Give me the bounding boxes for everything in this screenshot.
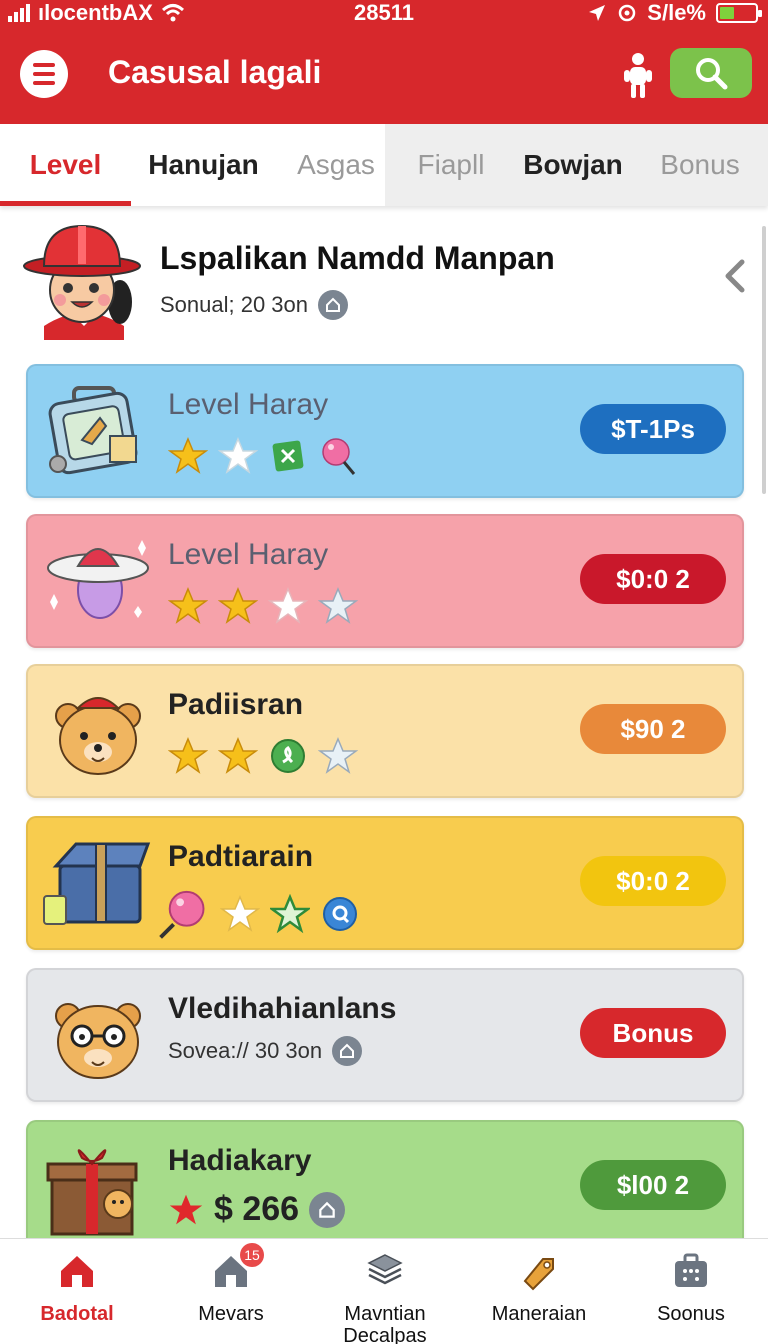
- level-card-1[interactable]: Level Haray $T-1Ps: [26, 364, 744, 498]
- bear-character-icon: [55, 697, 141, 775]
- bonus-card[interactable]: Vledihahianlans Sovea:// 30 3on Bonus: [26, 968, 744, 1102]
- amount-value: $ 266: [214, 1190, 300, 1228]
- star-red-icon: [169, 1194, 203, 1224]
- card-title: Level Haray: [168, 388, 329, 421]
- price-button[interactable]: $l00 2: [580, 1160, 726, 1210]
- nav-label: Badotal: [40, 1303, 114, 1325]
- battery-icon: [716, 3, 762, 23]
- green-coin-icon: [271, 739, 305, 773]
- price-button[interactable]: $T-1Ps: [580, 404, 726, 454]
- nav-item-mavntian[interactable]: Mavntian Decalpas: [308, 1239, 462, 1344]
- pink-balloon-icon: [159, 890, 205, 939]
- battery-text: S/le%: [647, 0, 706, 25]
- star-white-icon: [268, 587, 308, 624]
- profile-subtitle: Sonual; 20 3on: [160, 290, 349, 320]
- card-subtitle-text: Sovea:// 30 3on: [168, 1038, 323, 1063]
- avatar: [23, 224, 141, 340]
- card-title: Padtiarain: [168, 840, 314, 873]
- bear-glasses-icon: [55, 1003, 141, 1079]
- star-white-icon: [218, 437, 258, 474]
- price-button[interactable]: $0:0 2: [580, 856, 726, 906]
- treasure-box-icon: [43, 842, 151, 925]
- tab-level[interactable]: Level: [0, 124, 131, 206]
- bottom-navigation: Badotal 15 Mevars Mavntian Decalpas Mane…: [0, 1238, 768, 1344]
- status-right: S/le%: [587, 0, 762, 26]
- star-gold-icon: [168, 437, 208, 474]
- star-white-icon: [220, 895, 260, 932]
- briefcase-icon: [675, 1253, 707, 1287]
- star-gold-icon: [168, 587, 208, 624]
- nav-item-mevars[interactable]: 15 Mevars: [154, 1239, 308, 1344]
- tab-fiapll[interactable]: Fiapll: [396, 124, 506, 206]
- level-card-4[interactable]: Padtiarain $0:0 2: [26, 816, 744, 950]
- scrollbar[interactable]: [762, 226, 766, 494]
- house-badge-icon: [332, 1036, 363, 1066]
- card-icons: [168, 436, 358, 476]
- green-ticket-icon: [272, 440, 304, 472]
- hamburger-menu-icon[interactable]: [20, 50, 68, 98]
- price-button[interactable]: $90 2: [580, 704, 726, 754]
- card-title: Hadiakary: [168, 1144, 312, 1177]
- bonus-button[interactable]: Bonus: [580, 1008, 726, 1058]
- star-gold-icon: [218, 737, 258, 774]
- tab-bonus[interactable]: Bonus: [640, 124, 760, 206]
- star-gold-icon: [218, 587, 258, 624]
- card-icons: [168, 736, 358, 776]
- person-icon[interactable]: [620, 50, 656, 100]
- house-badge-icon: [309, 1191, 346, 1228]
- profile-name: Lspalikan Namdd Manpan: [160, 240, 555, 276]
- price-button[interactable]: $0:0 2: [580, 554, 726, 604]
- nav-item-badotal[interactable]: Badotal: [0, 1239, 154, 1344]
- house-badge-icon: [318, 290, 349, 320]
- nav-item-maneraian[interactable]: Maneraian: [462, 1239, 616, 1344]
- layers-icon: [367, 1254, 403, 1285]
- card-subtitle: Sovea:// 30 3on: [168, 1036, 363, 1066]
- search-button[interactable]: [670, 48, 752, 98]
- gift-box-icon: [46, 1149, 138, 1236]
- tab-asgas[interactable]: Asgas: [276, 124, 396, 206]
- search-icon: [696, 58, 728, 90]
- location-arrow-icon: [589, 5, 606, 21]
- nav-label: Mavntian Decalpas: [343, 1303, 427, 1344]
- pink-balloon-icon: [322, 438, 356, 475]
- card-title: Vledihahianlans: [168, 992, 397, 1025]
- tag-icon: [523, 1258, 554, 1291]
- star-silver-icon: [318, 737, 358, 774]
- card-icons: [158, 888, 360, 940]
- status-bar: ılocentbAX 28511 S/le%: [0, 0, 768, 26]
- star-gold-icon: [168, 737, 208, 774]
- home-icon: [61, 1256, 93, 1287]
- nav-label: Soonus: [657, 1303, 725, 1325]
- level-card-2[interactable]: Level Haray $0:0 2: [26, 514, 744, 648]
- tab-bowjan[interactable]: Bowjan: [506, 124, 640, 206]
- level-card-3[interactable]: Padiisran $90 2: [26, 664, 744, 798]
- profile-subtitle-text: Sonual; 20 3on: [160, 292, 309, 317]
- nav-label: Maneraian: [491, 1303, 587, 1325]
- map-suitcase-icon: [48, 386, 138, 475]
- nav-label: Mevars: [198, 1303, 264, 1325]
- card-title: Level Haray: [168, 538, 329, 571]
- notification-badge: 15: [240, 1243, 264, 1267]
- app-title: Casusal lagali: [108, 54, 322, 90]
- blue-coin-icon: [323, 897, 357, 931]
- app-header: ılocentbAX 28511 S/le% Casusal lagali: [0, 0, 768, 124]
- star-green-outline-icon: [270, 894, 310, 934]
- card-title: Padiisran: [168, 688, 304, 721]
- chevron-left-icon[interactable]: [720, 258, 750, 294]
- ufo-balloon-icon: [47, 540, 149, 619]
- card-amount-row: $ 266: [168, 1190, 346, 1229]
- card-icons: [168, 586, 358, 626]
- alarm-icon: [619, 4, 636, 22]
- tab-bar: Level Hanujan Asgas Fiapll Bowjan Bonus: [0, 124, 768, 206]
- tab-hanujan[interactable]: Hanujan: [131, 124, 276, 206]
- star-silver-icon: [318, 587, 358, 624]
- nav-item-soonus[interactable]: Soonus: [614, 1239, 768, 1344]
